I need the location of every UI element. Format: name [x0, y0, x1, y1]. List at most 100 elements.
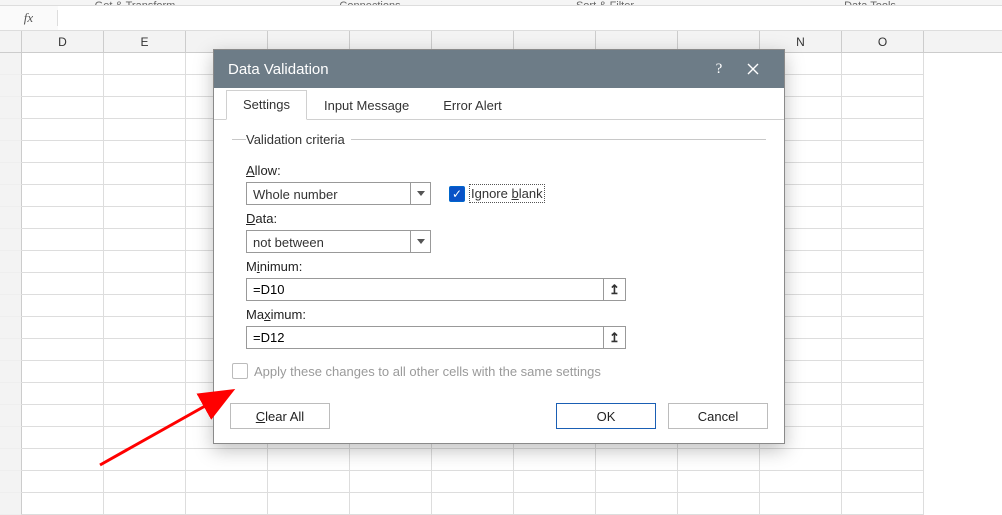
cell[interactable]	[842, 163, 924, 185]
row-header[interactable]	[0, 119, 22, 141]
cell[interactable]	[22, 295, 104, 317]
row-header[interactable]	[0, 405, 22, 427]
cell[interactable]	[104, 75, 186, 97]
cell[interactable]	[842, 251, 924, 273]
tab-settings[interactable]: Settings	[226, 90, 307, 120]
cell[interactable]	[842, 427, 924, 449]
cell[interactable]	[842, 185, 924, 207]
cell[interactable]	[350, 471, 432, 493]
cell[interactable]	[350, 493, 432, 515]
row-header[interactable]	[0, 427, 22, 449]
cell[interactable]	[104, 229, 186, 251]
cell[interactable]	[22, 317, 104, 339]
row-header[interactable]	[0, 97, 22, 119]
close-button[interactable]	[736, 50, 770, 88]
cell[interactable]	[22, 251, 104, 273]
row-header[interactable]	[0, 185, 22, 207]
cell[interactable]	[22, 185, 104, 207]
cell[interactable]	[104, 427, 186, 449]
cell[interactable]	[22, 383, 104, 405]
cell[interactable]	[842, 383, 924, 405]
row-header[interactable]	[0, 317, 22, 339]
row-header[interactable]	[0, 361, 22, 383]
cell[interactable]	[842, 53, 924, 75]
ok-button[interactable]: OK	[556, 403, 656, 429]
cell[interactable]	[842, 471, 924, 493]
col-header[interactable]: E	[104, 31, 186, 52]
cell[interactable]	[842, 449, 924, 471]
cell[interactable]	[842, 405, 924, 427]
cell[interactable]	[22, 207, 104, 229]
allow-combo[interactable]: Whole number	[246, 182, 431, 205]
col-header[interactable]: D	[22, 31, 104, 52]
cell[interactable]	[104, 141, 186, 163]
cancel-button[interactable]: Cancel	[668, 403, 768, 429]
maximum-refbox[interactable]: ↥	[246, 326, 626, 349]
cell[interactable]	[22, 53, 104, 75]
help-button[interactable]: ?	[702, 50, 736, 88]
cell[interactable]	[432, 471, 514, 493]
cell[interactable]	[22, 471, 104, 493]
cell[interactable]	[104, 185, 186, 207]
cell[interactable]	[842, 493, 924, 515]
cell[interactable]	[104, 493, 186, 515]
formula-input[interactable]	[58, 6, 1002, 30]
cell[interactable]	[842, 273, 924, 295]
cell[interactable]	[104, 449, 186, 471]
cell[interactable]	[22, 405, 104, 427]
cell[interactable]	[432, 493, 514, 515]
cell[interactable]	[514, 471, 596, 493]
cell[interactable]	[268, 471, 350, 493]
cell[interactable]	[104, 339, 186, 361]
cell[interactable]	[678, 493, 760, 515]
cell[interactable]	[22, 163, 104, 185]
cell[interactable]	[104, 471, 186, 493]
cell[interactable]	[22, 119, 104, 141]
cell[interactable]	[22, 493, 104, 515]
cell[interactable]	[596, 493, 678, 515]
row-header[interactable]	[0, 383, 22, 405]
cell[interactable]	[842, 119, 924, 141]
cell[interactable]	[842, 229, 924, 251]
collapse-dialog-icon[interactable]: ↥	[603, 279, 625, 300]
row-header[interactable]	[0, 273, 22, 295]
cell[interactable]	[104, 97, 186, 119]
cell[interactable]	[22, 75, 104, 97]
cell[interactable]	[842, 97, 924, 119]
cell[interactable]	[104, 163, 186, 185]
cell[interactable]	[842, 295, 924, 317]
cell[interactable]	[514, 449, 596, 471]
cell[interactable]	[22, 339, 104, 361]
cell[interactable]	[104, 53, 186, 75]
row-header[interactable]	[0, 229, 22, 251]
cell[interactable]	[22, 361, 104, 383]
cell[interactable]	[22, 141, 104, 163]
cell[interactable]	[104, 251, 186, 273]
minimum-refbox[interactable]: ↥	[246, 278, 626, 301]
cell[interactable]	[268, 449, 350, 471]
cell[interactable]	[22, 229, 104, 251]
cell[interactable]	[678, 449, 760, 471]
cell[interactable]	[186, 493, 268, 515]
cell[interactable]	[104, 119, 186, 141]
data-combo[interactable]: not between	[246, 230, 431, 253]
cell[interactable]	[760, 471, 842, 493]
collapse-dialog-icon[interactable]: ↥	[603, 327, 625, 348]
row-header[interactable]	[0, 295, 22, 317]
cell[interactable]	[104, 361, 186, 383]
cell[interactable]	[842, 75, 924, 97]
row-header[interactable]	[0, 141, 22, 163]
clear-all-button[interactable]: Clear All	[230, 403, 330, 429]
row-header[interactable]	[0, 339, 22, 361]
cell[interactable]	[842, 207, 924, 229]
tab-error-alert[interactable]: Error Alert	[426, 91, 519, 120]
row-header[interactable]	[0, 449, 22, 471]
row-header[interactable]	[0, 493, 22, 515]
cell[interactable]	[22, 273, 104, 295]
cell[interactable]	[678, 471, 760, 493]
row-header[interactable]	[0, 163, 22, 185]
cell[interactable]	[104, 317, 186, 339]
cell[interactable]	[842, 339, 924, 361]
apply-to-all-checkbox[interactable]: Apply these changes to all other cells w…	[232, 363, 601, 379]
minimum-input[interactable]	[247, 279, 603, 300]
